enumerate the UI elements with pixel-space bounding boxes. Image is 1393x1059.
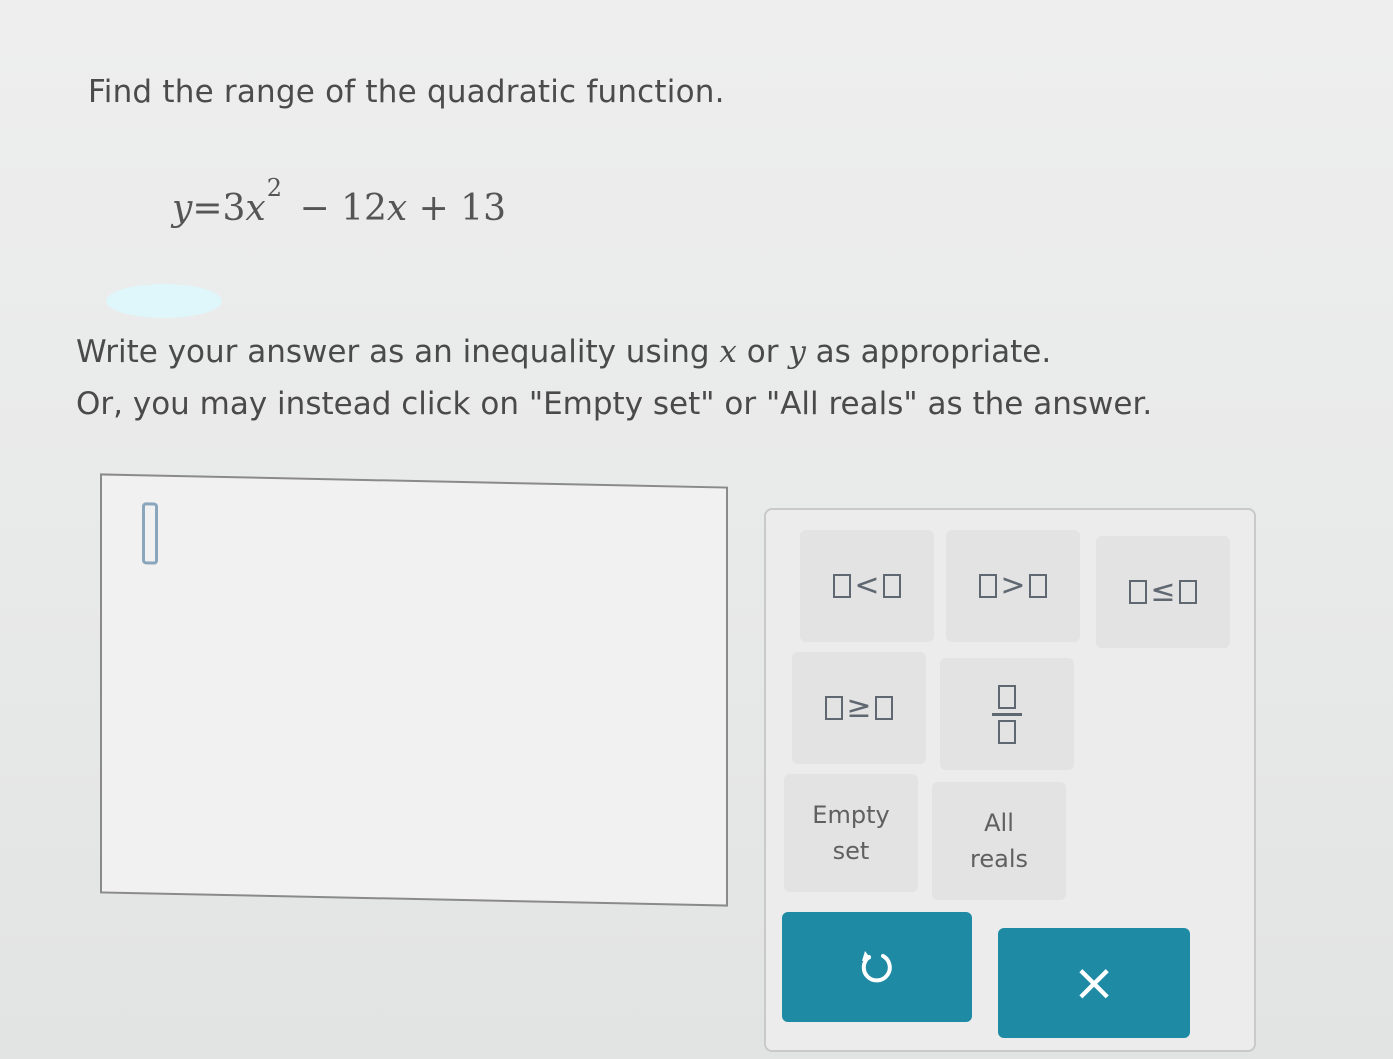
less-than-key[interactable]: < [800,530,934,642]
eq-exponent: 2 [266,174,283,202]
all-reals-label-2: reals [970,845,1028,873]
answer-input[interactable] [100,473,728,907]
empty-set-button[interactable]: Empty set [784,774,918,892]
greater-than-key[interactable]: > [946,530,1080,642]
eq-equals: = [192,188,223,229]
eq-coef-a: 3 [222,188,246,229]
instr-var-y: y [788,334,806,370]
empty-set-label-2: set [832,837,870,865]
eq-term-b: − 12 [299,188,387,229]
empty-set-label-1: Empty [812,801,890,829]
close-icon: × [1072,953,1116,1013]
math-keypad: < > ≤ ≥ Empty set All reals × [764,508,1256,1052]
input-cursor-placeholder [142,502,158,565]
greater-equal-symbol: ≥ [846,690,872,725]
instr-var-x: x [719,334,737,370]
highlight-mark [106,284,222,318]
eq-x: x [245,188,266,229]
undo-arrow-icon [857,947,897,987]
box-icon [979,574,998,598]
fraction-bar [992,712,1022,716]
less-than-symbol: < [854,568,880,603]
clear-button[interactable]: × [998,928,1190,1038]
box-icon [1028,574,1047,598]
fraction-key[interactable] [940,658,1074,770]
denominator-box-icon [998,719,1016,744]
question-prompt: Find the range of the quadratic function… [88,74,725,110]
box-icon [833,574,852,598]
instructions-line-1: Write your answer as an inequality using… [76,326,1152,378]
page: Find the range of the quadratic function… [0,0,1393,1059]
box-icon [825,696,844,720]
box-icon [874,696,893,720]
instr-text-b: as appropriate. [805,334,1052,370]
undo-button[interactable] [782,912,972,1022]
greater-than-symbol: > [1000,568,1026,603]
instructions-line-2: Or, you may instead click on "Empty set"… [76,386,1153,422]
numerator-box-icon [998,684,1016,709]
greater-equal-key[interactable]: ≥ [792,652,926,764]
eq-y: y [172,188,193,229]
all-reals-button[interactable]: All reals [932,782,1066,900]
box-icon [1178,580,1197,604]
all-reals-label-1: All [984,809,1014,837]
fraction-icon [992,681,1022,748]
less-equal-key[interactable]: ≤ [1096,536,1230,648]
quadratic-equation: y=3x2 − 12x + 13 [172,174,507,229]
box-icon [1129,580,1148,604]
eq-term-c: + 13 [418,188,507,229]
eq-x2: x [386,188,408,229]
instr-text-a: Write your answer as an inequality using [76,334,720,370]
less-equal-symbol: ≤ [1150,574,1176,609]
instr-text-or: or [736,334,789,370]
box-icon [882,574,901,598]
instructions: Write your answer as an inequality using… [76,326,1152,430]
